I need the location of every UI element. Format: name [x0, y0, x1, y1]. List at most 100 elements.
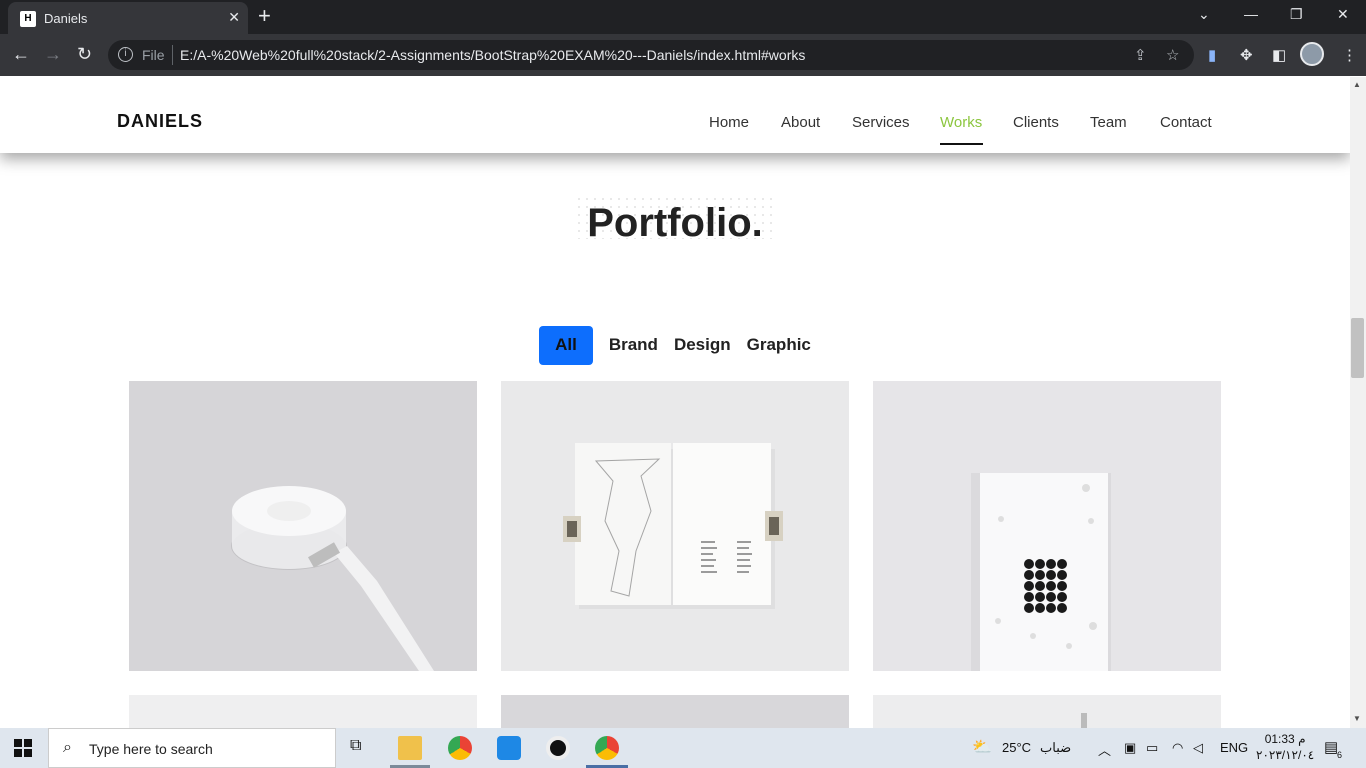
- tray-chevron-icon[interactable]: ︿: [1098, 740, 1111, 759]
- side-panel-icon[interactable]: ◧: [1272, 46, 1286, 64]
- file-explorer-icon[interactable]: [398, 736, 422, 760]
- meet-icon[interactable]: ▣: [1124, 740, 1136, 756]
- clock-time: 01:33 م: [1264, 732, 1306, 746]
- extension-icon[interactable]: ▮: [1208, 46, 1216, 64]
- taskbar-search-box[interactable]: ⌕ Type here to search: [48, 728, 336, 768]
- nav-link-team[interactable]: Team: [1090, 114, 1127, 131]
- site-header: DANIELS Home About Services Works Clients Tea…: [0, 77, 1350, 153]
- dot-grid-dot: [1035, 603, 1045, 613]
- portfolio-item-6[interactable]: [873, 695, 1221, 728]
- extensions-puzzle-icon[interactable]: ✥: [1240, 46, 1253, 64]
- portfolio-item-5[interactable]: [501, 695, 849, 728]
- active-nav-underline: [940, 143, 983, 145]
- close-tab-icon[interactable]: ✕: [228, 9, 240, 26]
- dot-grid-dot: [1046, 559, 1056, 569]
- site-info-icon[interactable]: i: [118, 47, 133, 62]
- filter-brand-button[interactable]: Brand: [609, 326, 658, 365]
- browser-tab[interactable]: H Daniels ✕: [8, 2, 248, 34]
- search-icon: ⌕: [63, 739, 72, 756]
- battery-icon[interactable]: ▭: [1146, 740, 1158, 756]
- weather-text[interactable]: ضباب: [1040, 740, 1071, 756]
- nav-link-contact[interactable]: Contact: [1160, 114, 1212, 131]
- back-button[interactable]: ←: [12, 44, 30, 64]
- dot-grid-dot: [1046, 603, 1056, 613]
- item-6-detail: [1081, 713, 1087, 728]
- nav-link-home[interactable]: Home: [709, 114, 749, 131]
- notification-count: 6: [1337, 750, 1343, 760]
- reload-button[interactable]: ↻: [77, 44, 92, 64]
- dot-grid-dot: [1057, 603, 1067, 613]
- dot-grid-dot: [1035, 559, 1045, 569]
- dot-grid-dot: [1024, 592, 1034, 602]
- windows-taskbar: ⌕ Type here to search ⧉ ⛅ 25°C ضباب ︿ ▣ …: [0, 728, 1366, 768]
- page-scrollbar[interactable]: [1350, 77, 1366, 728]
- dot-grid-dot: [1024, 581, 1034, 591]
- profile-avatar[interactable]: [1300, 42, 1324, 66]
- browser-menu-icon[interactable]: ⋮: [1342, 46, 1357, 64]
- dot-grid-dot: [1046, 592, 1056, 602]
- scrollbar-thumb[interactable]: [1351, 318, 1364, 378]
- browser-tab-strip: H Daniels ✕ + ⌄ — ❐ ✕: [0, 0, 1366, 34]
- site-logo[interactable]: DANIELS: [117, 111, 203, 132]
- file-scheme-label: File: [142, 47, 165, 63]
- nav-link-about[interactable]: About: [781, 114, 820, 131]
- favicon-icon: H: [20, 11, 36, 27]
- dot-card-image: [873, 381, 1221, 671]
- portfolio-filters: All Brand Design Graphic: [0, 326, 1350, 365]
- new-tab-button[interactable]: +: [258, 5, 271, 27]
- chrome-icon[interactable]: [448, 736, 472, 760]
- forward-button[interactable]: →: [44, 44, 62, 64]
- minimize-button[interactable]: —: [1244, 6, 1258, 22]
- dot-grid-dot: [1024, 570, 1034, 580]
- wifi-icon[interactable]: ◠: [1172, 740, 1183, 756]
- booklet-image: [501, 381, 849, 671]
- dot-grid-dot: [1046, 581, 1056, 591]
- taskbar-clock[interactable]: 01:33 م ٢٠٢٣/١٢/٠٤: [1256, 731, 1314, 763]
- nav-link-works[interactable]: Works: [940, 114, 982, 131]
- scroll-up-arrow-icon[interactable]: ▲: [1353, 80, 1361, 89]
- dot-grid-dot: [1057, 570, 1067, 580]
- address-bar[interactable]: i File E:/A-%20Web%20full%20stack/2-Assi…: [108, 40, 1194, 70]
- filter-graphic-button[interactable]: Graphic: [747, 326, 811, 365]
- recorder-icon[interactable]: [546, 736, 570, 760]
- volume-icon[interactable]: ◁: [1193, 740, 1203, 756]
- nav-link-clients[interactable]: Clients: [1013, 114, 1059, 131]
- share-icon[interactable]: ⇪: [1134, 46, 1147, 64]
- language-indicator[interactable]: ENG: [1220, 740, 1248, 755]
- dot-grid-dot: [1057, 581, 1067, 591]
- close-window-button[interactable]: ✕: [1337, 6, 1349, 23]
- dot-grid-dot: [1057, 559, 1067, 569]
- charger-image: [129, 381, 477, 671]
- scroll-down-arrow-icon[interactable]: ▼: [1353, 714, 1361, 723]
- weather-icon[interactable]: ⛅: [972, 737, 992, 757]
- filter-design-button[interactable]: Design: [674, 326, 731, 365]
- dot-grid-dot: [1046, 570, 1056, 580]
- portfolio-item-4[interactable]: [129, 695, 477, 728]
- nav-link-services[interactable]: Services: [852, 114, 910, 131]
- portfolio-item-charger[interactable]: [129, 381, 477, 671]
- dot-grid-dot: [1024, 603, 1034, 613]
- windows-start-icon[interactable]: [14, 739, 32, 757]
- portfolio-item-booklet[interactable]: [501, 381, 849, 671]
- tab-search-chevron-icon[interactable]: ⌄: [1198, 6, 1210, 23]
- dot-grid-dot: [1035, 581, 1045, 591]
- portfolio-title: Portfolio.: [587, 201, 763, 245]
- dot-grid-dot: [1057, 592, 1067, 602]
- bookmark-star-icon[interactable]: ☆: [1166, 46, 1179, 64]
- dot-grid-dot: [1024, 559, 1034, 569]
- vscode-icon[interactable]: [497, 736, 521, 760]
- browser-toolbar: ← → ↻ i File E:/A-%20Web%20full%20stack/…: [0, 34, 1366, 76]
- weather-temp[interactable]: 25°C: [1002, 740, 1031, 755]
- portfolio-item-dot-card[interactable]: [873, 381, 1221, 671]
- task-view-icon[interactable]: ⧉: [350, 737, 361, 755]
- clock-date: ٢٠٢٣/١٢/٠٤: [1256, 748, 1315, 762]
- dot-grid-dot: [1035, 592, 1045, 602]
- tab-title: Daniels: [44, 11, 88, 26]
- restore-button[interactable]: ❐: [1290, 6, 1303, 23]
- url-text[interactable]: E:/A-%20Web%20full%20stack/2-Assignments…: [180, 47, 805, 63]
- taskbar-search-placeholder: Type here to search: [89, 741, 213, 757]
- web-page: DANIELS Home About Services Works Clients Tea…: [0, 77, 1350, 728]
- dot-grid-dot: [1035, 570, 1045, 580]
- filter-all-button[interactable]: All: [539, 326, 593, 365]
- chrome-active-icon[interactable]: [595, 736, 619, 760]
